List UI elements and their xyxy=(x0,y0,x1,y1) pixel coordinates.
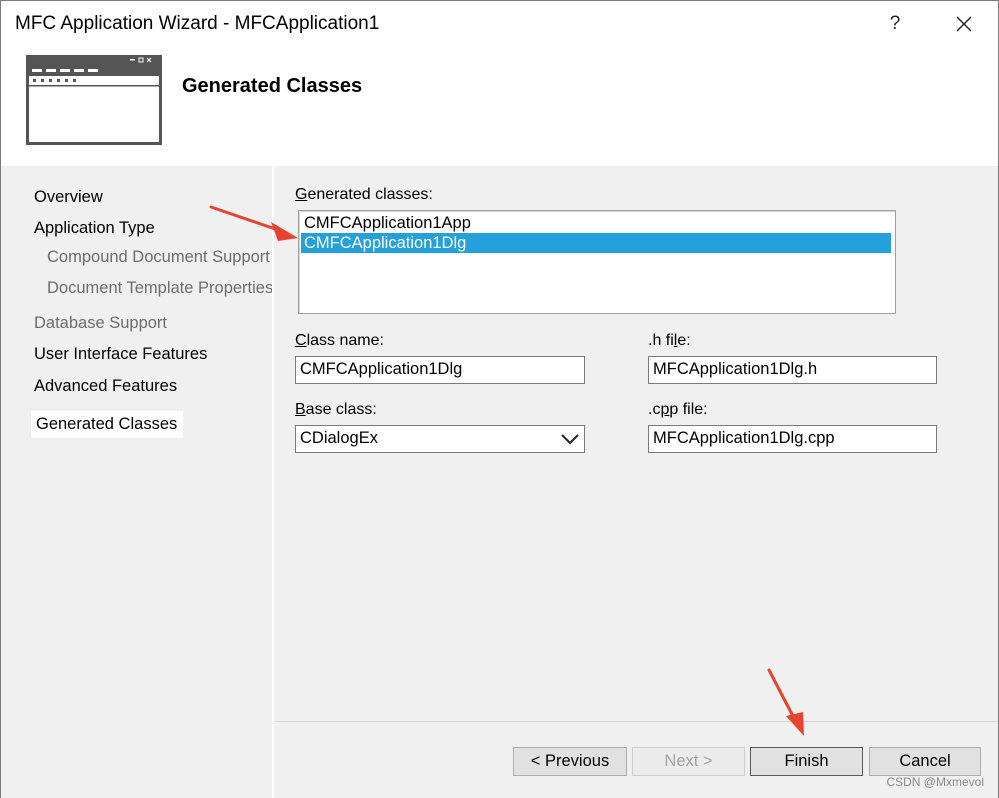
generated-classes-panel: Generated classes: CMFCApplication1App C… xyxy=(274,166,998,721)
list-item[interactable]: CMFCApplication1App xyxy=(301,213,891,233)
close-icon xyxy=(956,16,972,32)
generated-classes-list[interactable]: CMFCApplication1App CMFCApplication1Dlg xyxy=(298,210,896,314)
cpp-file-input[interactable]: MFCApplication1Dlg.cpp xyxy=(648,425,937,453)
nav-item-document-template-properties: Document Template Properties xyxy=(47,279,274,297)
wizard-body: Overview Application Type Compound Docum… xyxy=(1,166,998,798)
cancel-button[interactable]: Cancel xyxy=(869,747,981,776)
list-item-selected[interactable]: CMFCApplication1Dlg xyxy=(301,233,891,253)
chevron-down-icon xyxy=(561,434,579,445)
page-title: Generated Classes xyxy=(182,75,363,97)
window-title: MFC Application Wizard - MFCApplication1 xyxy=(15,13,380,34)
nav-item-user-interface-features[interactable]: User Interface Features xyxy=(34,345,207,364)
class-name-input[interactable]: CMFCApplication1Dlg xyxy=(295,356,585,384)
wizard-header: Generated Classes xyxy=(1,47,998,165)
close-button[interactable] xyxy=(945,9,983,39)
finish-button[interactable]: Finish xyxy=(750,747,863,776)
watermark: CSDN @Mxmevol xyxy=(886,775,984,789)
cpp-file-label: .cpp file: xyxy=(648,401,708,418)
wizard-window: MFC Application Wizard - MFCApplication1… xyxy=(0,0,999,798)
base-class-value: CDialogEx xyxy=(300,429,378,447)
nav-item-overview[interactable]: Overview xyxy=(34,188,103,207)
generated-classes-label: Generated classes: xyxy=(295,186,433,203)
base-class-dropdown[interactable]: CDialogEx xyxy=(295,425,585,453)
nav-item-advanced-features[interactable]: Advanced Features xyxy=(34,377,177,396)
help-button[interactable]: ? xyxy=(877,9,913,39)
window-template-icon xyxy=(26,55,162,145)
next-button[interactable]: Next > xyxy=(632,747,745,776)
h-file-label: .h file: xyxy=(648,332,691,349)
title-bar: MFC Application Wizard - MFCApplication1… xyxy=(1,1,998,47)
nav-item-application-type[interactable]: Application Type xyxy=(34,219,155,238)
h-file-input[interactable]: MFCApplication1Dlg.h xyxy=(648,356,937,384)
nav-item-compound-document-support: Compound Document Support xyxy=(47,248,270,266)
class-name-label: Class name: xyxy=(295,332,384,349)
wizard-nav: Overview Application Type Compound Docum… xyxy=(1,166,274,798)
footer-separator xyxy=(274,721,998,722)
base-class-label: Base class: xyxy=(295,401,377,418)
previous-button[interactable]: < Previous xyxy=(513,747,627,776)
nav-item-generated-classes[interactable]: Generated Classes xyxy=(31,411,184,438)
nav-item-database-support: Database Support xyxy=(34,314,168,332)
